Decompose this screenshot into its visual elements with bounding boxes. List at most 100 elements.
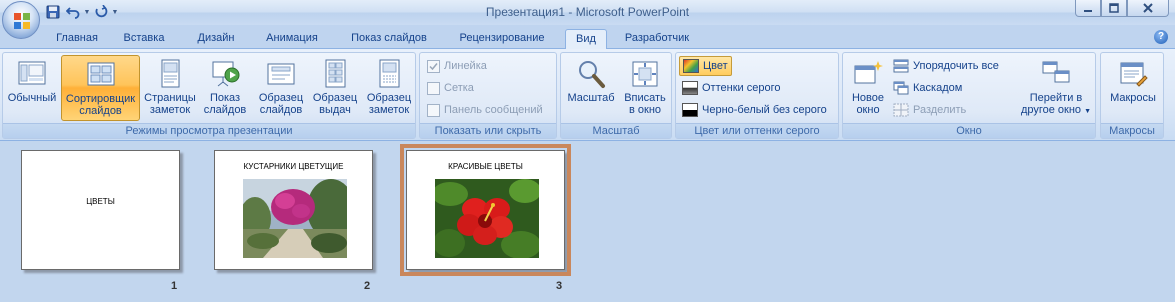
magnifier-icon (579, 61, 605, 88)
tab-slideshow[interactable]: Показ слайдов (341, 29, 437, 49)
arrange-all-button[interactable]: Упорядочить все (893, 56, 999, 76)
ruler-check-icon (427, 59, 440, 73)
switch-windows-label-1: Перейти в (1029, 92, 1083, 104)
black-white-label: Черно-белый без серого (702, 104, 827, 116)
office-button[interactable] (2, 1, 40, 39)
grayscale-swatch-icon (682, 81, 698, 95)
close-button[interactable] (1127, 0, 1169, 17)
notes-master-icon (379, 59, 400, 88)
group-color-grayscale: Цвет Оттенки серого Черно-белый без серо… (675, 52, 839, 139)
grayscale-label: Оттенки серого (702, 82, 781, 94)
slide-show-label-1: Показ (209, 92, 241, 104)
cascade-button[interactable]: Каскадом (893, 78, 962, 98)
normal-view-icon (18, 61, 46, 85)
slide-sorter-label-2: слайдов (79, 105, 122, 117)
macros-icon (1120, 62, 1148, 87)
tab-animation[interactable]: Анимация (256, 29, 328, 49)
fit-to-window-button[interactable]: Вписать в окно (619, 55, 671, 121)
notes-page-label-2: заметок (149, 104, 191, 116)
macros-label: Макросы (1110, 92, 1156, 104)
tab-design[interactable]: Дизайн (186, 29, 246, 49)
split-button[interactable]: Разделить (893, 100, 966, 120)
zoom-button[interactable]: Масштаб (565, 55, 617, 121)
arrange-all-label: Упорядочить все (913, 60, 999, 72)
switch-windows-button[interactable]: Перейти в другое окно ▼ (1017, 55, 1095, 121)
arrange-all-icon (893, 59, 909, 73)
group-color-grayscale-label: Цвет или оттенки серого (676, 123, 838, 138)
slide-2-number: 2 (364, 280, 371, 292)
notes-master-button[interactable]: Образец заметок (362, 55, 416, 121)
message-bar-check-icon (427, 103, 440, 117)
group-zoom: Масштаб Вписать в окно Масштаб (560, 52, 672, 139)
slide-sorter-button[interactable]: Сортировщик слайдов (61, 55, 140, 121)
slide-master-button[interactable]: Образец слайдов (255, 55, 307, 121)
tab-view[interactable]: Вид (565, 29, 607, 50)
slide-thumbnail-1[interactable]: ЦВЕТЫ (21, 150, 180, 270)
group-show-hide: Линейка Сетка Панель сообщений Показать … (419, 52, 557, 139)
office-logo-icon (14, 13, 30, 29)
group-show-hide-label: Показать или скрыть (420, 123, 556, 138)
tab-home[interactable]: Главная (48, 29, 106, 49)
tab-review[interactable]: Рецензирование (448, 29, 556, 49)
group-presentation-views: Обычный Сортировщик слайдов Страницы зам… (2, 52, 416, 139)
help-icon[interactable]: ? (1154, 30, 1168, 44)
slide-sorter-label-1: Сортировщик (65, 93, 136, 105)
ruler-label: Линейка (444, 60, 487, 72)
minimize-button[interactable] (1075, 0, 1101, 17)
message-bar-label: Панель сообщений (444, 104, 543, 116)
grayscale-button[interactable]: Оттенки серого (682, 78, 780, 98)
slide-3-number: 3 (556, 280, 563, 292)
switch-windows-label-2: другое окно ▼ (1017, 104, 1095, 118)
tab-developer[interactable]: Разработчик (615, 29, 699, 49)
new-window-label-2: окно (856, 104, 880, 116)
slide-master-label-2: слайдов (259, 104, 303, 116)
ribbon: Обычный Сортировщик слайдов Страницы зам… (0, 49, 1175, 141)
message-bar-checkbox[interactable]: Панель сообщений (427, 100, 543, 120)
slide-show-label-2: слайдов (203, 104, 247, 116)
macros-button[interactable]: Макросы (1105, 55, 1161, 121)
handout-master-icon (325, 59, 346, 88)
slide-master-icon (267, 63, 295, 85)
hibiscus-photo (435, 179, 539, 258)
tab-insert[interactable]: Вставка (113, 29, 175, 49)
fit-to-window-label-1: Вписать (624, 92, 666, 104)
switch-windows-label-2-text: другое окно (1020, 104, 1082, 116)
window-title: Презентация1 - Microsoft PowerPoint (485, 5, 690, 19)
handout-master-button[interactable]: Образец выдач (309, 55, 361, 121)
ribbon-tabs: Главная Вставка Дизайн Анимация Показ сл… (0, 25, 1175, 50)
group-presentation-views-label: Режимы просмотра презентации (3, 123, 415, 138)
notes-page-icon (161, 59, 180, 88)
grid-checkbox[interactable]: Сетка (427, 78, 474, 98)
notes-page-button[interactable]: Страницы заметок (142, 55, 198, 121)
normal-view-label: Обычный (7, 92, 57, 104)
notes-master-label-1: Образец (366, 92, 412, 104)
slide-1-title: ЦВЕТЫ (86, 197, 115, 206)
grid-check-icon (427, 81, 440, 95)
fit-to-window-label-2: в окно (628, 104, 662, 116)
normal-view-button[interactable]: Обычный (4, 55, 60, 121)
color-label: Цвет (703, 60, 728, 72)
slide-master-label-1: Образец (258, 92, 304, 104)
split-icon (893, 103, 909, 117)
group-macros-label: Макросы (1101, 123, 1163, 138)
slide-thumbnail-3[interactable]: КРАСИВЫЕ ЦВЕТЫ (400, 144, 571, 276)
zoom-label: Масштаб (567, 92, 615, 104)
group-window: Новое окно Упорядочить все Каскадом Разд… (842, 52, 1096, 139)
split-label: Разделить (913, 104, 967, 116)
title-bar: ▼ ▼ Презентация1 - Microsoft PowerPoint (0, 0, 1175, 25)
ruler-checkbox[interactable]: Линейка (427, 56, 487, 76)
cascade-icon (893, 81, 909, 95)
grid-label: Сетка (444, 82, 474, 94)
slide-show-button[interactable]: Показ слайдов (201, 55, 249, 121)
slide-thumbnail-2[interactable]: КУСТАРНИКИ ЦВЕТУЩИЕ (214, 150, 373, 270)
new-window-icon (854, 61, 883, 84)
cascade-label: Каскадом (913, 82, 963, 94)
new-window-button[interactable]: Новое окно (847, 55, 889, 121)
restore-button[interactable] (1101, 0, 1127, 17)
shrub-photo (243, 179, 347, 258)
color-button[interactable]: Цвет (679, 56, 732, 76)
notes-master-label-2: заметок (368, 104, 410, 116)
slide-2-title: КУСТАРНИКИ ЦВЕТУЩИЕ (243, 162, 344, 171)
slide-1-number: 1 (171, 280, 178, 292)
black-white-button[interactable]: Черно-белый без серого (682, 100, 827, 120)
